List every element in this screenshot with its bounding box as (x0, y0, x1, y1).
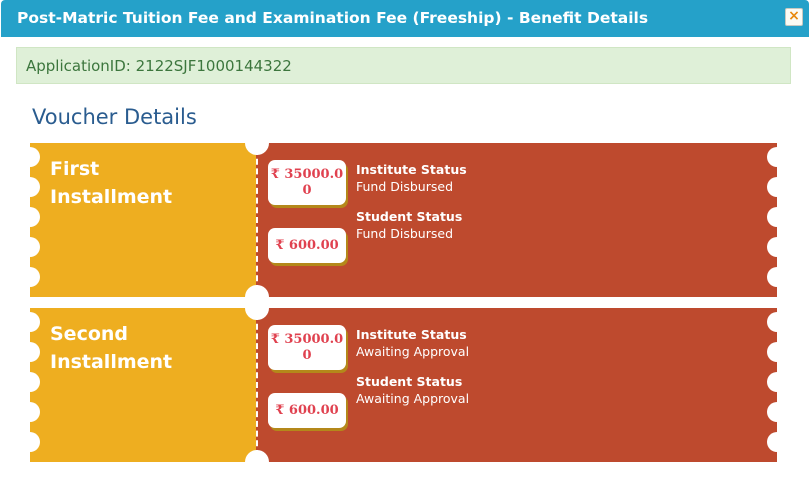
perforation (256, 149, 258, 291)
dialog-header: Post-Matric Tuition Fee and Examination … (1, 0, 809, 37)
institute-status: Institute Status Awaiting Approval (356, 327, 470, 359)
perforation (256, 314, 258, 456)
installment-label: Second Installment (50, 323, 173, 373)
installment-label: First Installment (50, 158, 173, 208)
voucher-stub: Second Installment (30, 308, 256, 462)
section-title: Voucher Details (32, 105, 197, 129)
institute-amount-badge: ₹ 35000.0​0 (268, 325, 346, 370)
close-icon[interactable]: × (785, 8, 803, 26)
application-id: ApplicationID: 2122SJF1000144322 (26, 57, 292, 75)
institute-status: Institute Status Fund Disbursed (356, 162, 467, 194)
voucher-card: Second Installment ₹ 35000.0​0 ₹ 600.00 … (30, 308, 777, 462)
student-amount-badge: ₹ 600.00 (268, 228, 346, 263)
student-status: Student Status Awaiting Approval (356, 374, 470, 406)
voucher-stub: First Installment (30, 143, 256, 297)
student-status: Student Status Fund Disbursed (356, 209, 463, 241)
voucher-card: First Installment ₹ 35000.0​0 ₹ 600.00 I… (30, 143, 777, 297)
institute-amount-badge: ₹ 35000.0​0 (268, 160, 346, 205)
application-id-banner: ApplicationID: 2122SJF1000144322 (16, 47, 791, 84)
student-amount-badge: ₹ 600.00 (268, 393, 346, 428)
dialog-title: Post-Matric Tuition Fee and Examination … (17, 9, 649, 27)
